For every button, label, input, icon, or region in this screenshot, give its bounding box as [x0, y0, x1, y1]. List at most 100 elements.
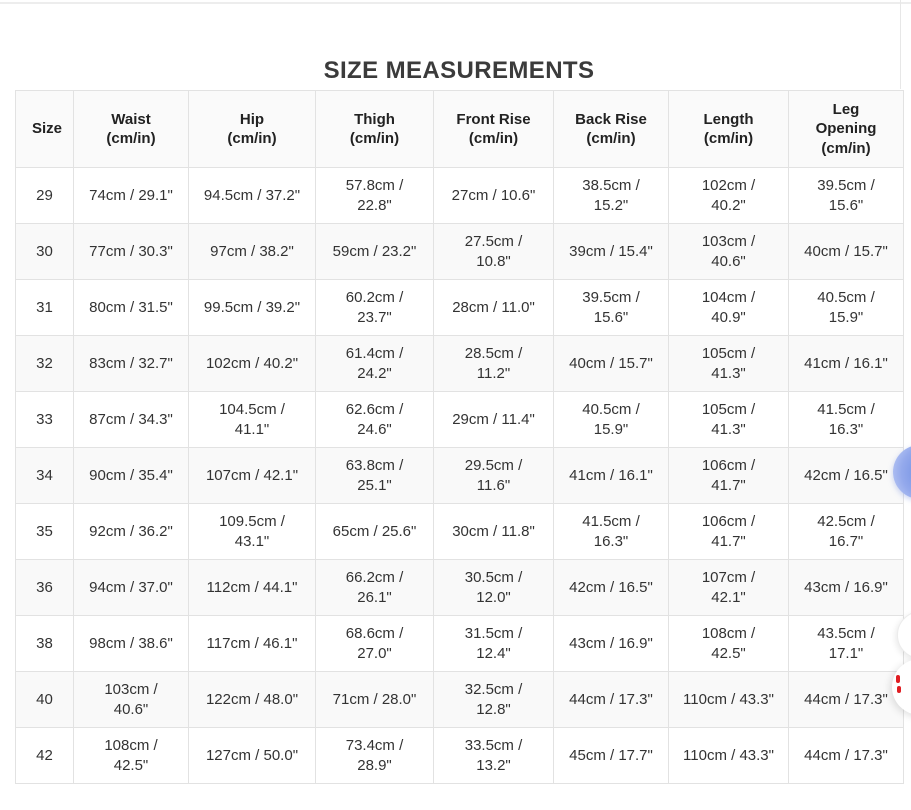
- size-cell: 29: [15, 167, 74, 224]
- front-rise-cell: 27cm / 10.6": [433, 167, 554, 224]
- front-rise-cell: 28.5cm / 11.2": [433, 335, 554, 392]
- thigh-cell: 59cm / 23.2": [315, 223, 434, 280]
- back-rise-cell: 39.5cm / 15.6": [553, 279, 669, 336]
- waist-cell: 98cm / 38.6": [73, 615, 189, 672]
- column-header-label: Thigh: [354, 110, 395, 128]
- back-rise-cell: 39cm / 15.4": [553, 223, 669, 280]
- waist-cell: 77cm / 30.3": [73, 223, 189, 280]
- size-cell: 31: [15, 279, 74, 336]
- length-cell: 105cm / 41.3": [668, 391, 789, 448]
- size-cell: 33: [15, 391, 74, 448]
- column-header-unit: (cm/in): [586, 130, 636, 147]
- hip-cell: 109.5cm / 43.1": [188, 503, 316, 560]
- table-row: 32 83cm / 32.7" 102cm / 40.2" 61.4cm / 24.2…: [15, 335, 904, 392]
- back-rise-cell: 40.5cm / 15.9": [553, 391, 669, 448]
- column-header-unit: (cm/in): [349, 130, 400, 147]
- front-rise-cell: 33.5cm / 13.2": [433, 727, 554, 784]
- table-row: 40 103cm / 40.6" 122cm / 48.0" 71cm / 28.0"…: [15, 671, 904, 728]
- waist-cell: 90cm / 35.4": [73, 447, 189, 504]
- table-row: 31 80cm / 31.5" 99.5cm / 39.2" 60.2cm / 23.…: [15, 279, 904, 336]
- back-rise-cell: 40cm / 15.7": [553, 335, 669, 392]
- front-rise-cell: 28cm / 11.0": [433, 279, 554, 336]
- table-row: 33 87cm / 34.3" 104.5cm / 41.1" 62.6cm / 24…: [15, 391, 904, 448]
- leg-opening-cell: 42cm / 16.5": [788, 447, 904, 504]
- thigh-cell: 68.6cm / 27.0": [315, 615, 434, 672]
- leg-opening-cell: 41.5cm / 16.3": [788, 391, 904, 448]
- size-table-body: 29 74cm / 29.1" 94.5cm / 37.2" 57.8cm / 22.…: [15, 167, 904, 784]
- size-cell: 36: [15, 559, 74, 616]
- leg-opening-cell: 40cm / 15.7": [788, 223, 904, 280]
- length-cell: 108cm / 42.5": [668, 615, 789, 672]
- front-rise-cell: 27.5cm / 10.8": [433, 223, 554, 280]
- column-header-label: Length: [703, 110, 754, 128]
- table-row: 30 77cm / 30.3" 97cm / 38.2" 59cm / 23.2" 27…: [15, 223, 904, 280]
- hip-cell: 94.5cm / 37.2": [188, 167, 316, 224]
- leg-opening-cell: 44cm / 17.3": [788, 671, 904, 728]
- hip-cell: 102cm / 40.2": [188, 335, 316, 392]
- column-header-unit: (cm/in): [821, 139, 871, 157]
- length-cell: 106cm / 41.7": [668, 447, 789, 504]
- column-header-label: Leg Opening: [815, 100, 877, 138]
- front-rise-cell: 31.5cm / 12.4": [433, 615, 554, 672]
- column-header-unit: (cm/in): [106, 130, 156, 147]
- column-header-label: Back Rise: [575, 110, 647, 128]
- thigh-cell: 62.6cm / 24.6": [315, 391, 434, 448]
- table-row: 42 108cm / 42.5" 127cm / 50.0" 73.4cm / 28.…: [15, 727, 904, 784]
- red-dots-icon: [897, 686, 901, 693]
- back-rise-cell: 42cm / 16.5": [553, 559, 669, 616]
- back-rise-cell: 41cm / 16.1": [553, 447, 669, 504]
- back-rise-cell: 41.5cm / 16.3": [553, 503, 669, 560]
- thigh-cell: 65cm / 25.6": [315, 503, 434, 560]
- column-header-unit: (cm/in): [227, 130, 277, 147]
- thigh-cell: 60.2cm / 23.7": [315, 279, 434, 336]
- waist-cell: 83cm / 32.7": [73, 335, 189, 392]
- page-title: SIZE MEASUREMENTS: [323, 57, 595, 85]
- leg-opening-cell: 43cm / 16.9": [788, 559, 904, 616]
- waist-cell: 74cm / 29.1": [73, 167, 189, 224]
- size-cell: 32: [15, 335, 74, 392]
- back-rise-cell: 44cm / 17.3": [553, 671, 669, 728]
- size-cell: 38: [15, 615, 74, 672]
- back-rise-cell: 38.5cm / 15.2": [553, 167, 669, 224]
- thigh-cell: 73.4cm / 28.9": [315, 727, 434, 784]
- leg-opening-cell: 39.5cm / 15.6": [788, 167, 904, 224]
- thigh-cell: 57.8cm / 22.8": [315, 167, 434, 224]
- waist-cell: 108cm / 42.5": [73, 727, 189, 784]
- waist-cell: 92cm / 36.2": [73, 503, 189, 560]
- length-cell: 102cm / 40.2": [668, 167, 789, 224]
- column-header-unit: (cm/in): [468, 130, 519, 147]
- table-row: 34 90cm / 35.4" 107cm / 42.1" 63.8cm / 25.1…: [15, 447, 904, 504]
- column-header-back-rise: Back Rise (cm/in): [553, 90, 669, 168]
- leg-opening-cell: 41cm / 16.1": [788, 335, 904, 392]
- column-header-thigh: Thigh (cm/in): [315, 90, 434, 168]
- column-header-waist: Waist (cm/in): [73, 90, 189, 168]
- hip-cell: 107cm / 42.1": [188, 447, 316, 504]
- table-row: 29 74cm / 29.1" 94.5cm / 37.2" 57.8cm / 22.…: [15, 167, 904, 224]
- leg-opening-cell: 44cm / 17.3": [788, 727, 904, 784]
- table-row: 38 98cm / 38.6" 117cm / 46.1" 68.6cm / 27.0…: [15, 615, 904, 672]
- column-header-label: Waist: [111, 110, 151, 128]
- front-rise-cell: 29.5cm / 11.6": [433, 447, 554, 504]
- back-rise-cell: 45cm / 17.7": [553, 727, 669, 784]
- red-dots-icon: [896, 675, 900, 683]
- front-rise-cell: 30cm / 11.8": [433, 503, 554, 560]
- thigh-cell: 63.8cm / 25.1": [315, 447, 434, 504]
- table-row: 36 94cm / 37.0" 112cm / 44.1" 66.2cm / 26.1…: [15, 559, 904, 616]
- size-measurements-table: Size Waist (cm/in) Hip (cm/in) Thigh (cm…: [15, 90, 904, 784]
- waist-cell: 94cm / 37.0": [73, 559, 189, 616]
- waist-cell: 103cm / 40.6": [73, 671, 189, 728]
- column-header-length: Length (cm/in): [668, 90, 789, 168]
- size-cell: 40: [15, 671, 74, 728]
- hip-cell: 104.5cm / 41.1": [188, 391, 316, 448]
- hip-cell: 117cm / 46.1": [188, 615, 316, 672]
- waist-cell: 87cm / 34.3": [73, 391, 189, 448]
- back-rise-cell: 43cm / 16.9": [553, 615, 669, 672]
- column-header-size: Size: [15, 90, 74, 168]
- length-cell: 105cm / 41.3": [668, 335, 789, 392]
- hip-cell: 122cm / 48.0": [188, 671, 316, 728]
- size-cell: 42: [15, 727, 74, 784]
- hip-cell: 127cm / 50.0": [188, 727, 316, 784]
- size-table-header: Size Waist (cm/in) Hip (cm/in) Thigh (cm…: [15, 90, 904, 168]
- column-header-front-rise: Front Rise (cm/in): [433, 90, 554, 168]
- hip-cell: 97cm / 38.2": [188, 223, 316, 280]
